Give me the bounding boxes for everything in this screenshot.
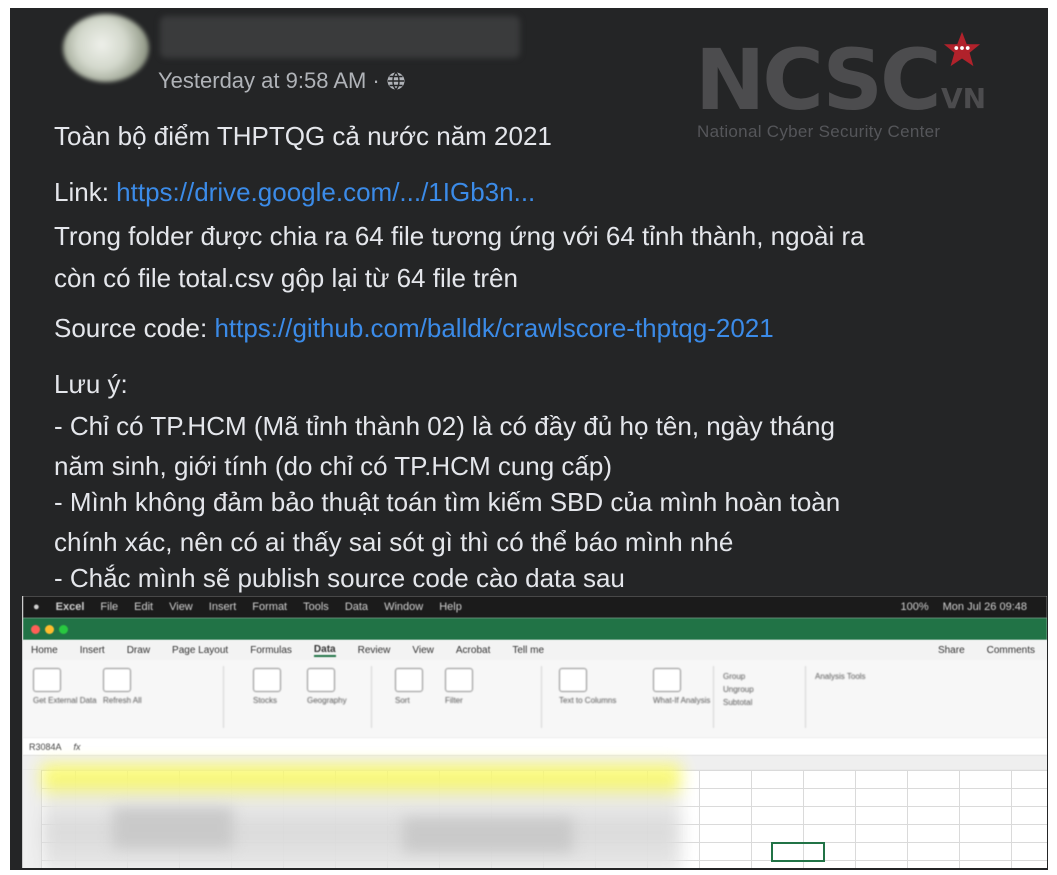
fx-icon[interactable]: fx xyxy=(74,742,81,752)
author-name-redacted xyxy=(160,16,520,58)
stocks-button[interactable]: Stocks xyxy=(253,668,281,712)
drive-link[interactable]: https://drive.google.com/.../1IGb3n... xyxy=(116,177,535,207)
formula-bar: R3084A fx xyxy=(23,738,1047,756)
menu-item: View xyxy=(169,601,193,613)
ribbon-tabs: Home Insert Draw Page Layout Formulas Da… xyxy=(23,640,1047,660)
menu-item: Format xyxy=(252,601,288,613)
menu-item: Tools xyxy=(303,601,329,613)
note-line: - Chắc mình sẽ publish source code cào d… xyxy=(54,563,625,593)
note-line: - Chỉ có TP.HCM (Mã tỉnh thành 02) là có… xyxy=(54,411,835,441)
share-button[interactable]: Share xyxy=(938,645,965,656)
filter-button[interactable]: Filter xyxy=(445,668,473,712)
ribbon-separator xyxy=(223,666,224,728)
geography-button[interactable]: Geography xyxy=(307,668,347,712)
menu-item: Data xyxy=(344,601,369,613)
globe-icon xyxy=(387,71,405,91)
ncsc-watermark-logo: NCSC VN National Cyber Security Center xyxy=(695,31,995,146)
note-line: - Mình không đảm bảo thuật toán tìm kiếm… xyxy=(54,487,841,517)
name-box[interactable]: R3084A xyxy=(29,742,62,752)
avatar[interactable] xyxy=(63,14,149,82)
tab-acrobat[interactable]: Acrobat xyxy=(456,645,490,656)
link-label: Link: xyxy=(54,177,117,207)
menu-item: Window xyxy=(384,601,424,613)
blurred-data-block xyxy=(113,808,233,848)
source-line: Source code: https://github.com/balldk/c… xyxy=(54,310,774,346)
tab-page-layout[interactable]: Page Layout xyxy=(172,645,228,656)
note-heading: Lưu ý: xyxy=(54,369,128,399)
tab-data[interactable]: Data xyxy=(313,644,336,657)
post-meta: Yesterday at 9:58 AM · xyxy=(158,68,406,94)
tab-draw[interactable]: Draw xyxy=(127,645,150,656)
note-line: năm sinh, giới tính (do chỉ có TP.HCM cu… xyxy=(54,451,613,481)
excel-title-bar xyxy=(23,618,1047,640)
ribbon-separator xyxy=(371,666,372,728)
row-headers xyxy=(23,770,42,868)
post-title-line: Toàn bộ điểm THPTQG cả nước năm 2021 xyxy=(54,121,552,151)
github-link[interactable]: https://github.com/balldk/crawlscore-thp… xyxy=(214,313,773,343)
menu-item: Insert xyxy=(208,601,237,613)
get-external-data-button[interactable]: Get External Data xyxy=(33,668,97,712)
ribbon-separator xyxy=(805,666,806,728)
close-icon[interactable] xyxy=(31,624,40,634)
tell-me-search[interactable]: Tell me xyxy=(512,645,544,656)
attached-excel-screenshot[interactable]: ● Excel File Edit View Insert Format Too… xyxy=(22,596,1047,868)
tab-formulas[interactable]: Formulas xyxy=(250,645,292,656)
window-controls[interactable] xyxy=(31,624,68,634)
mac-menu-bar: ● Excel File Edit View Insert Format Too… xyxy=(23,596,1047,618)
blurred-data-block xyxy=(403,818,573,852)
minimize-icon[interactable] xyxy=(45,624,54,634)
ribbon-separator xyxy=(541,666,542,728)
note-line: chính xác, nên có ai thấy sai sót gì thì… xyxy=(54,527,734,557)
folder-line-1: Trong folder được chia ra 64 file tương … xyxy=(54,221,865,251)
post-timestamp[interactable]: Yesterday at 9:58 AM xyxy=(158,68,366,94)
watermark-country: VN xyxy=(941,82,987,115)
watermark-brand: NCSC xyxy=(695,31,942,129)
outline-group[interactable]: Group Ungroup Subtotal xyxy=(723,668,754,728)
tab-insert[interactable]: Insert xyxy=(80,645,105,656)
comments-button[interactable]: Comments xyxy=(987,645,1035,656)
menu-item: Edit xyxy=(134,601,154,613)
refresh-all-button[interactable]: Refresh All xyxy=(103,668,142,712)
watermark-subtitle: National Cyber Security Center xyxy=(697,122,941,141)
data-ribbon: Get External Data Refresh All Stocks Geo… xyxy=(23,660,1047,739)
text-to-columns-button[interactable]: Text to Columns xyxy=(559,668,616,712)
tab-view[interactable]: View xyxy=(412,645,434,656)
zoom-icon[interactable] xyxy=(59,624,68,634)
selected-cell[interactable] xyxy=(771,842,825,862)
what-if-analysis-button[interactable]: What-If Analysis xyxy=(653,668,710,712)
battery-status: 100% xyxy=(900,601,929,613)
tab-home[interactable]: Home xyxy=(31,645,58,656)
apple-icon: ● xyxy=(33,601,40,613)
ribbon-separator xyxy=(713,666,714,728)
clock: Mon Jul 26 09:48 xyxy=(942,601,1027,613)
star-icon xyxy=(943,31,981,67)
source-label: Source code: xyxy=(54,313,215,343)
link-line: Link: https://drive.google.com/.../1IGb3… xyxy=(54,174,535,210)
tab-review[interactable]: Review xyxy=(358,645,391,656)
menu-item: Excel xyxy=(55,601,85,613)
analysis-tools-button[interactable]: Analysis Tools xyxy=(815,668,866,712)
meta-separator: · xyxy=(372,68,380,93)
menu-item: File xyxy=(100,601,119,613)
menu-item: Help xyxy=(439,601,462,613)
folder-line-2: còn có file total.csv gộp lại từ 64 file… xyxy=(54,263,518,293)
sort-button[interactable]: Sort xyxy=(395,668,423,712)
